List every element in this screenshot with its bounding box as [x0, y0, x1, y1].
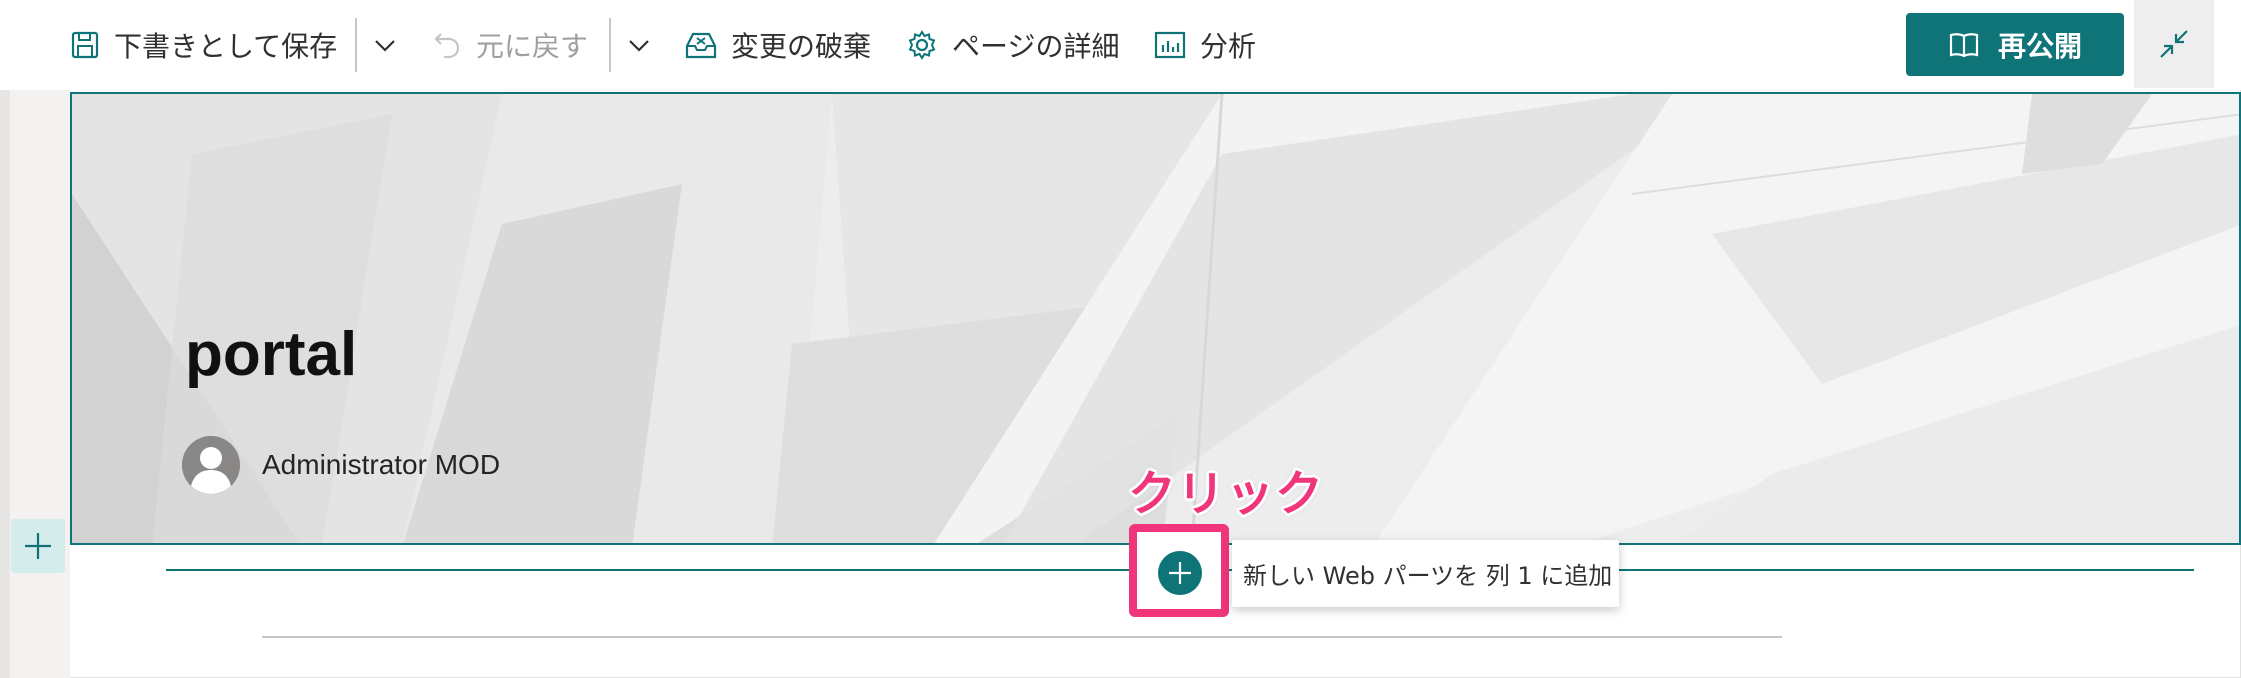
collapse-button[interactable]	[2134, 0, 2214, 88]
analytics-icon	[1154, 31, 1186, 59]
divider	[609, 18, 611, 72]
person-icon	[182, 436, 240, 494]
avatar	[182, 436, 240, 494]
book-icon	[1949, 32, 1979, 57]
analytics-button[interactable]: 分析	[1154, 0, 1256, 90]
click-annotation: クリック	[1128, 466, 1325, 522]
column-divider	[262, 636, 1782, 638]
page-details-label: ページの詳細	[952, 30, 1120, 63]
republish-label: 再公開	[1997, 29, 2082, 63]
save-draft-label: 下書きとして保存	[114, 30, 338, 63]
page-details-button[interactable]: ページの詳細	[906, 0, 1119, 90]
divider	[355, 18, 357, 72]
add-webpart-tooltip: 新しい Web パーツを 列 1 に追加	[1232, 540, 1619, 607]
discard-icon	[685, 32, 717, 59]
save-draft-button[interactable]: 下書きとして保存	[70, 0, 337, 90]
plus-icon	[25, 533, 51, 559]
save-options-dropdown[interactable]	[371, 0, 399, 90]
undo-icon	[434, 33, 460, 59]
plus-icon	[1169, 562, 1191, 584]
author-byline[interactable]: Administrator MOD	[182, 436, 500, 494]
discard-changes-button[interactable]: 変更の破棄	[685, 0, 871, 90]
chevron-down-icon	[375, 40, 395, 52]
add-section-button[interactable]	[11, 519, 65, 573]
page-title[interactable]: portal	[185, 319, 357, 390]
republish-button[interactable]: 再公開	[1906, 13, 2124, 76]
chevron-down-icon	[629, 40, 649, 52]
add-webpart-button[interactable]	[1158, 551, 1202, 595]
undo-label: 元に戻す	[476, 30, 589, 63]
left-gutter	[0, 90, 70, 678]
collapse-icon	[2160, 30, 2188, 58]
author-name: Administrator MOD	[262, 449, 501, 480]
save-icon	[71, 31, 99, 59]
undo-button[interactable]: 元に戻す	[432, 0, 588, 90]
analytics-label: 分析	[1200, 30, 1257, 63]
discard-changes-label: 変更の破棄	[731, 30, 872, 63]
gear-icon	[908, 30, 936, 60]
undo-options-dropdown[interactable]	[625, 0, 653, 90]
left-gutter-strip	[0, 90, 10, 678]
command-bar: 下書きとして保存 元に戻す 変更の破棄 ページの詳細 分析 再公開	[0, 0, 2241, 90]
